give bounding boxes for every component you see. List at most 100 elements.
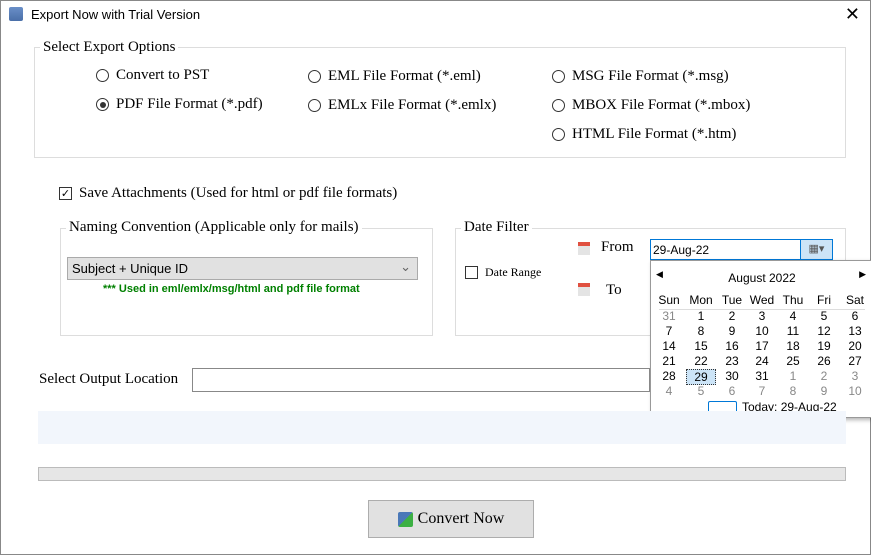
export-option-radio[interactable]: EMLx File Format (*.emlx) (308, 97, 496, 114)
calendar-day[interactable]: 8 (778, 384, 808, 398)
from-date-picker[interactable]: 29-Aug-22 ▦▾ (650, 239, 833, 260)
calendar-day[interactable]: 10 (747, 324, 777, 338)
save-disk-icon (397, 511, 413, 527)
calendar-dropdown-icon[interactable]: ▦▾ (800, 240, 832, 259)
calendar-day[interactable]: 1 (686, 309, 716, 323)
radio-icon (552, 128, 565, 141)
calendar-day[interactable]: 27 (840, 354, 870, 368)
progress-bar (38, 467, 846, 481)
calendar-day[interactable]: 13 (840, 324, 870, 338)
close-icon[interactable]: ✕ (845, 4, 860, 25)
calendar-day[interactable]: 29 (686, 369, 716, 385)
naming-note: *** Used in eml/emlx/msg/html and pdf fi… (103, 283, 360, 295)
calendar-icon (578, 283, 590, 296)
calendar-day[interactable]: 19 (809, 339, 839, 353)
save-attachments-label: Save Attachments (Used for html or pdf f… (79, 185, 398, 201)
calendar-day[interactable]: 14 (654, 339, 684, 353)
calendar-day[interactable]: 2 (717, 309, 747, 323)
calendar-day[interactable]: 4 (654, 384, 684, 398)
calendar-day[interactable]: 31 (654, 309, 684, 323)
export-option-label: Convert to PST (116, 67, 210, 83)
calendar-day[interactable]: 4 (778, 309, 808, 323)
naming-select[interactable]: Subject + Unique ID ⌄ (67, 257, 418, 280)
calendar-day[interactable]: 3 (747, 309, 777, 323)
calendar-day[interactable]: 5 (686, 384, 716, 398)
export-option-radio[interactable]: HTML File Format (*.htm) (552, 126, 736, 143)
calendar-day[interactable]: 24 (747, 354, 777, 368)
from-date-value: 29-Aug-22 (653, 243, 710, 257)
calendar-day[interactable]: 11 (778, 324, 808, 338)
calendar-day[interactable]: 17 (747, 339, 777, 353)
calendar-day[interactable]: 2 (809, 369, 839, 383)
convert-now-button[interactable]: Convert Now (368, 500, 534, 538)
calendar-day[interactable]: 10 (840, 384, 870, 398)
calendar-day[interactable]: 8 (686, 324, 716, 338)
export-options-label: Select Export Options (40, 39, 179, 56)
calendar-day[interactable]: 25 (778, 354, 808, 368)
calendar-month[interactable]: August 2022 (651, 271, 871, 285)
export-option-radio[interactable]: Convert to PST (96, 67, 209, 84)
naming-value: Subject + Unique ID (72, 261, 188, 276)
weekday-header: Sun (658, 293, 680, 307)
date-range-label: Date Range (485, 265, 542, 279)
radio-icon (96, 69, 109, 82)
radio-icon (552, 99, 565, 112)
calendar-day[interactable]: 31 (747, 369, 777, 383)
calendar-day[interactable]: 23 (717, 354, 747, 368)
radio-icon (308, 99, 321, 112)
export-option-label: HTML File Format (*.htm) (572, 126, 737, 142)
date-range-checkbox[interactable]: Date Range (465, 265, 541, 280)
calendar-day[interactable]: 21 (654, 354, 684, 368)
calendar-day[interactable]: 6 (840, 309, 870, 323)
calendar-popup: ◀ August 2022 ▶ Today: 29-Aug-22 Sun Mon T… (650, 260, 871, 418)
calendar-day[interactable]: 9 (717, 324, 747, 338)
calendar-day[interactable]: 22 (686, 354, 716, 368)
calendar-day[interactable]: 12 (809, 324, 839, 338)
convert-now-label: Convert Now (417, 510, 505, 527)
calendar-day[interactable]: 6 (717, 384, 747, 398)
calendar-day[interactable]: 30 (717, 369, 747, 383)
weekday-header: Tue (721, 293, 743, 307)
calendar-day[interactable]: 26 (809, 354, 839, 368)
calendar-day[interactable]: 3 (840, 369, 870, 383)
weekday-header: Mon (689, 293, 713, 307)
weekday-header: Sat (845, 293, 864, 307)
calendar-icon (578, 242, 590, 255)
calendar-day[interactable]: 7 (654, 324, 684, 338)
calendar-day[interactable]: 20 (840, 339, 870, 353)
calendar-day[interactable]: 18 (778, 339, 808, 353)
export-option-label: EML File Format (*.eml) (328, 68, 481, 84)
calendar-day[interactable]: 16 (717, 339, 747, 353)
export-option-radio[interactable]: MSG File Format (*.msg) (552, 68, 729, 85)
calendar-day[interactable]: 15 (686, 339, 716, 353)
chevron-down-icon: ⌄ (400, 259, 411, 274)
radio-icon (552, 70, 565, 83)
weekday-header: Thu (782, 293, 804, 307)
from-label: From (601, 239, 634, 255)
weekday-header: Wed (749, 293, 775, 307)
checkbox-icon: ✓ (59, 187, 72, 200)
export-option-radio[interactable]: PDF File Format (*.pdf) (96, 96, 263, 113)
export-option-radio[interactable]: EML File Format (*.eml) (308, 68, 481, 85)
output-location-input[interactable] (192, 368, 650, 392)
to-label: To (606, 282, 622, 298)
export-option-label: MBOX File Format (*.mbox) (572, 97, 751, 113)
output-location-label: Select Output Location (39, 371, 179, 387)
calendar-day[interactable]: 5 (809, 309, 839, 323)
calendar-day[interactable]: 7 (747, 384, 777, 398)
weekday-header: Fri (817, 293, 831, 307)
calendar-day[interactable]: 1 (778, 369, 808, 383)
next-month-icon[interactable]: ▶ (859, 269, 866, 280)
window-title: Export Now with Trial Version (31, 7, 201, 22)
calendar-day[interactable]: 28 (654, 369, 684, 383)
date-filter-label: Date Filter (461, 219, 532, 236)
export-option-label: PDF File Format (*.pdf) (116, 96, 263, 112)
naming-label: Naming Convention (Applicable only for m… (66, 219, 362, 236)
save-attachments-checkbox[interactable]: ✓ Save Attachments (Used for html or pdf… (59, 185, 397, 202)
export-option-radio[interactable]: MBOX File Format (*.mbox) (552, 97, 750, 114)
radio-icon (308, 70, 321, 83)
export-option-label: EMLx File Format (*.emlx) (328, 97, 497, 113)
app-icon (9, 7, 23, 21)
export-option-label: MSG File Format (*.msg) (572, 68, 729, 84)
calendar-day[interactable]: 9 (809, 384, 839, 398)
